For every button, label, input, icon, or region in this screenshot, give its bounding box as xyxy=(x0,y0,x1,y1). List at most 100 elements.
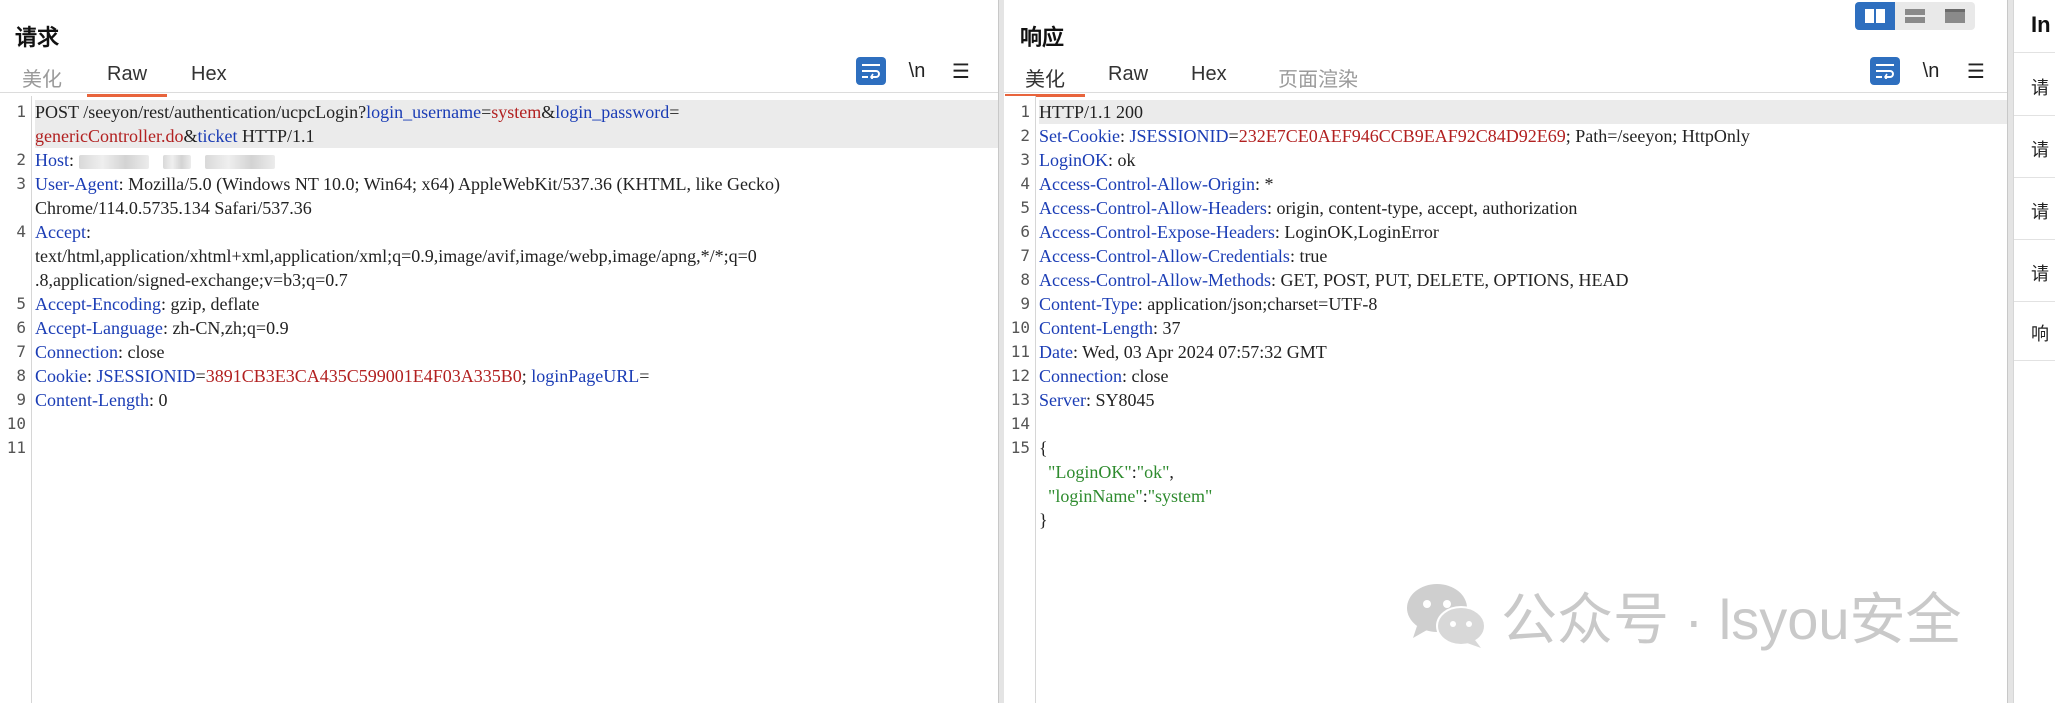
line-number: 8 xyxy=(16,366,26,385)
code-text: Accept: text/html,application/xhtml+xml,… xyxy=(35,220,998,292)
code-line: 5 Accept-Encoding: gzip, deflate xyxy=(0,292,998,316)
text-token: : xyxy=(1120,126,1130,146)
code-line: 4 Accept: text/html,application/xhtml+xml… xyxy=(0,220,998,292)
inspector-item[interactable]: 请 xyxy=(2031,136,2049,162)
header-name: Access-Control-Allow-Origin xyxy=(1039,174,1255,194)
text-token: { xyxy=(1039,438,1048,458)
inspector-panel: In 请 请 请 请 响 xyxy=(2013,0,2055,703)
text-token: : xyxy=(87,366,97,386)
line-number: 2 xyxy=(16,150,26,169)
wrap-lines-button[interactable] xyxy=(856,57,886,85)
tabbed-layout-button[interactable] xyxy=(1935,2,1975,30)
code-line: 2 Set-Cookie: JSESSIONID=232E7CE0AEF946CC… xyxy=(1004,124,2007,148)
line-number: 6 xyxy=(1020,222,1030,241)
menu-icon[interactable]: ☰ xyxy=(946,57,976,85)
line-number: 10 xyxy=(1010,318,1030,337)
response-lines: 1 HTTP/1.1 200 2 Set-Cookie: JSESSIONID=232… xyxy=(1004,100,2007,532)
code-line: 11 xyxy=(0,436,998,460)
header-name: User-Agent xyxy=(35,174,119,194)
text-token: & xyxy=(183,126,198,146)
line-number: 2 xyxy=(1020,126,1030,145)
line-number: 1 xyxy=(1020,102,1030,121)
code-line: 5 Access-Control-Allow-Headers: origin, c… xyxy=(1004,196,2007,220)
line-number: 10 xyxy=(6,414,26,433)
code-text: Host: xyxy=(35,148,998,172)
wrap-lines-button[interactable] xyxy=(1870,57,1900,85)
code-text: Date: Wed, 03 Apr 2024 07:57:32 GMT xyxy=(1039,340,2007,364)
tab-pretty[interactable]: 美化 xyxy=(22,63,62,92)
inspector-item[interactable]: 请 xyxy=(2031,260,2049,286)
tab-raw[interactable]: Raw xyxy=(86,63,168,97)
text-token: : LoginOK,LoginError xyxy=(1274,222,1439,242)
code-line: 4 Access-Control-Allow-Origin: * xyxy=(1004,172,2007,196)
divider xyxy=(2014,177,2055,178)
line-number: 8 xyxy=(1020,270,1030,289)
line-number: 15 xyxy=(1010,438,1030,457)
request-editor[interactable]: 1 POST /seeyon/rest/authentication/ucpcLo… xyxy=(0,96,998,703)
line-number: 4 xyxy=(1020,174,1030,193)
code-line: 1 POST /seeyon/rest/authentication/ucpcLo… xyxy=(0,100,998,148)
text-token: ; Path=/seeyon; HttpOnly xyxy=(1565,126,1750,146)
header-name: Host xyxy=(35,150,70,170)
tab-render[interactable]: 页面渲染 xyxy=(1278,63,1358,92)
show-newlines-button[interactable]: \n xyxy=(902,57,932,85)
stacked-layout-button[interactable] xyxy=(1895,2,1935,30)
tab-hex[interactable]: Hex xyxy=(1191,63,1227,86)
side-by-side-layout-button[interactable] xyxy=(1855,2,1895,30)
code-text: { "LoginOK":"ok", "loginName":"system" } xyxy=(1039,436,2007,532)
tab-hex[interactable]: Hex xyxy=(191,63,227,86)
code-line: 2 Host: xyxy=(0,148,998,172)
header-name: Set-Cookie xyxy=(1039,126,1120,146)
header-name: Accept-Language xyxy=(35,318,163,338)
header-name: Server xyxy=(1039,390,1086,410)
tabs-divider xyxy=(1004,92,2007,93)
inspector-item[interactable]: 请 xyxy=(2031,198,2049,224)
text-token: : application/json;charset=UTF-8 xyxy=(1137,294,1378,314)
header-name: Accept xyxy=(35,222,86,242)
divider xyxy=(2014,360,2055,361)
code-line: 15 { "LoginOK":"ok", "loginName":"system"… xyxy=(1004,436,2007,532)
inspector-item[interactable]: 请 xyxy=(2031,74,2049,100)
value-token: system xyxy=(491,102,542,122)
code-line: 10 Content-Length: 37 xyxy=(1004,316,2007,340)
line-number: 11 xyxy=(1010,342,1030,361)
value-token: genericController.do xyxy=(35,126,184,146)
show-newlines-button[interactable]: \n xyxy=(1916,57,1946,85)
code-line: 12 Connection: close xyxy=(1004,364,2007,388)
wechat-icon xyxy=(1407,584,1486,648)
header-name: JSESSIONID xyxy=(1129,126,1229,146)
text-token: : close xyxy=(1122,366,1169,386)
tab-pretty[interactable]: 美化 xyxy=(1005,63,1085,97)
tab-raw[interactable]: Raw xyxy=(1108,63,1148,86)
code-line: 11 Date: Wed, 03 Apr 2024 07:57:32 GMT xyxy=(1004,340,2007,364)
header-name: ticket xyxy=(197,126,238,146)
request-title: 请求 xyxy=(15,25,60,50)
header-name: Content-Type xyxy=(1039,294,1138,314)
menu-icon[interactable]: ☰ xyxy=(1961,57,1991,85)
header-name: loginPageURL xyxy=(531,366,640,386)
header-name: LoginOK xyxy=(1039,150,1108,170)
header-name: Cookie xyxy=(35,366,87,386)
text-token: : Wed, 03 Apr 2024 07:57:32 GMT xyxy=(1072,342,1327,362)
inspector-item[interactable]: 响 xyxy=(2031,320,2049,346)
code-line: 7 Connection: close xyxy=(0,340,998,364)
code-text: Access-Control-Expose-Headers: LoginOK,L… xyxy=(1039,220,2007,244)
text-token: : true xyxy=(1289,246,1328,266)
text-token: = xyxy=(1228,126,1239,146)
redacted-host xyxy=(78,154,149,169)
code-text: POST /seeyon/rest/authentication/ucpcLog… xyxy=(35,100,998,148)
redacted-host xyxy=(204,154,275,169)
line-number: 13 xyxy=(1010,390,1030,409)
code-line: 9 Content-Type: application/json;charset=… xyxy=(1004,292,2007,316)
code-line: 8 Cookie: JSESSIONID=3891CB3E3CA435C59900… xyxy=(0,364,998,388)
divider xyxy=(2014,239,2055,240)
line-number: 1 xyxy=(16,102,26,121)
line-number: 11 xyxy=(6,438,26,457)
line-number: 9 xyxy=(16,390,26,409)
header-name: Connection xyxy=(1039,366,1122,386)
response-title: 响应 xyxy=(1020,25,1065,50)
header-name: login_password xyxy=(555,102,670,122)
text-token: : gzip, deflate xyxy=(160,294,260,314)
layout-toggle xyxy=(1855,2,1975,30)
value-token: "ok" xyxy=(1136,462,1170,482)
